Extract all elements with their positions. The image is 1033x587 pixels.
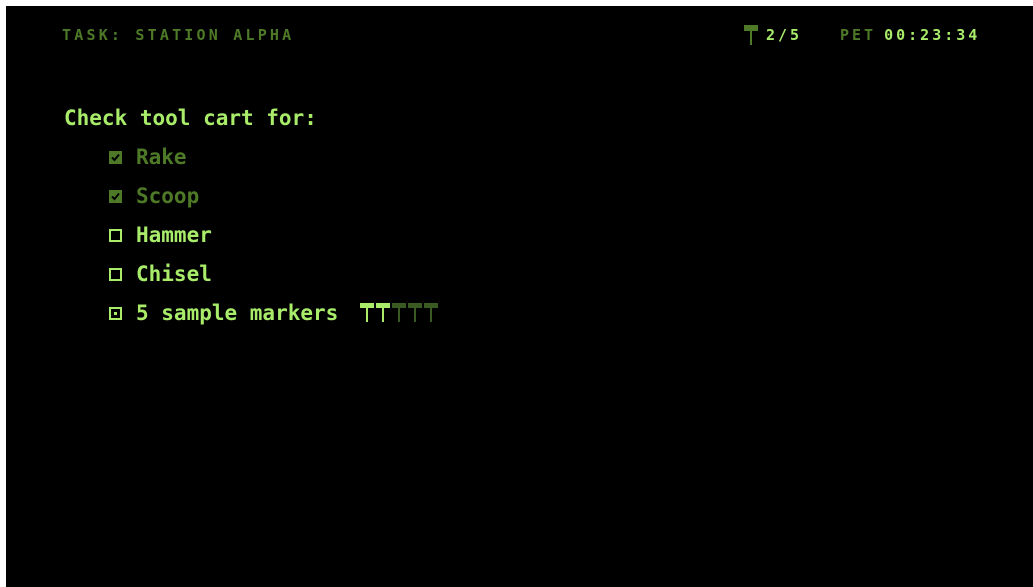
task-label: TASK: STATION ALPHA [62,26,295,44]
sample-marker-icon-empty [392,303,407,322]
sample-marker-icon-filled [376,303,391,322]
pet-label: PET [840,26,877,44]
checklist-item-rake: Rake [64,143,438,182]
checklist-title: Check tool cart for: [64,106,317,130]
game-screen: TASK: STATION ALPHA 2/5 PET 00:23:34 Chec… [6,6,1033,587]
item-label: Hammer [136,223,212,247]
item-label: 5 sample markers [136,301,339,325]
checkbox-checked-icon [109,151,122,164]
pet-time: 00:23:34 [884,26,981,44]
checkbox-empty-icon [109,268,122,281]
marker-counter: 2/5 [744,24,802,46]
sample-marker-progress [360,303,439,323]
sample-marker-icon-empty [408,303,423,322]
marker-count: 2/5 [766,26,803,44]
task-checklist: Check tool cart for: Rake Scoop Hammer C… [64,104,439,338]
checkbox-checked-icon [109,190,122,203]
sample-marker-icon-empty [424,303,439,322]
checklist-item-hammer: Hammer [64,221,438,260]
pet-clock: PET 00:23:34 [840,26,980,44]
checkbox-partial-icon [109,307,122,320]
checkbox-empty-icon [109,229,122,242]
checklist-item-scoop: Scoop [64,182,438,221]
sample-marker-icon-filled [360,303,375,322]
checklist-item-sample-markers: 5 sample markers [64,299,439,338]
item-label: Chisel [136,262,212,286]
hud-bar: TASK: STATION ALPHA 2/5 PET 00:23:34 [6,6,1033,66]
checklist-item-chisel: Chisel [64,260,438,299]
sample-marker-icon [744,25,758,45]
checklist-items: Rake Scoop Hammer Chisel 5 sample marker… [64,143,439,338]
